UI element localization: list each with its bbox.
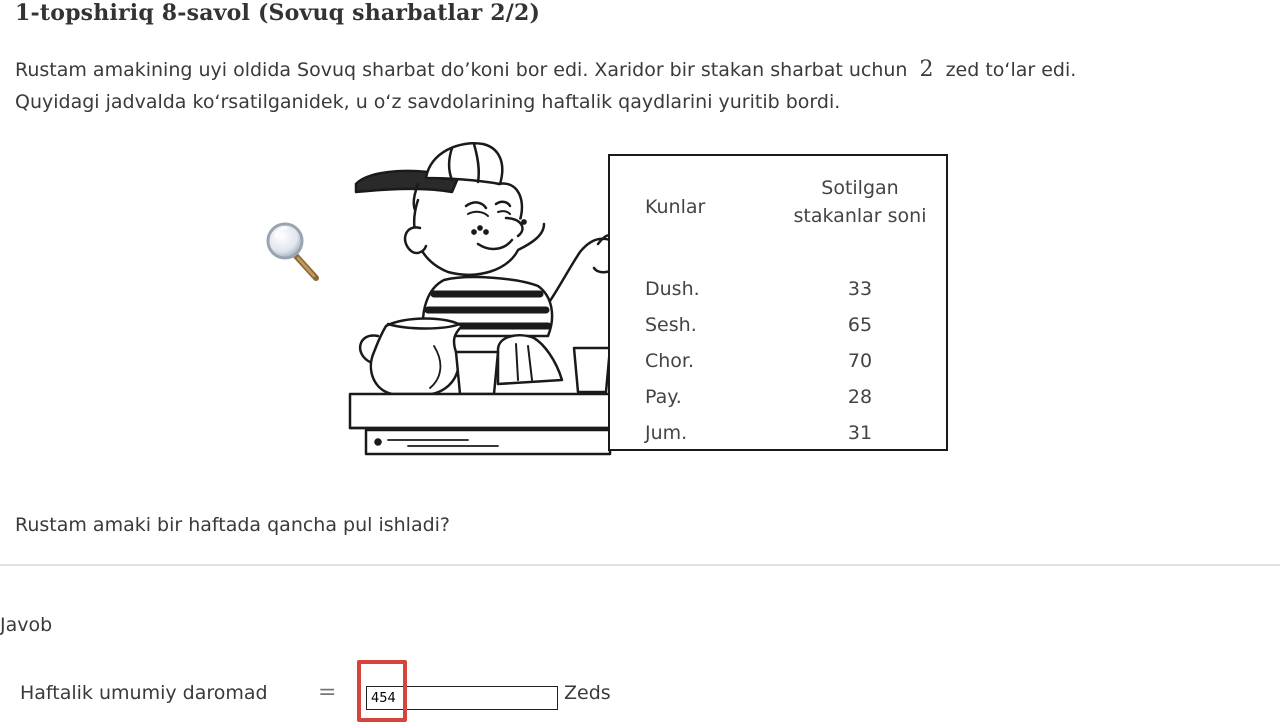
price-value: 2 <box>919 57 934 82</box>
column-header-sold-line2: stakanlar soni <box>793 205 927 227</box>
intro-paragraph: Rustam amakining uyi oldida Sovuq sharba… <box>15 54 1265 118</box>
row-value: 65 <box>847 314 873 336</box>
row-value: 31 <box>847 422 873 444</box>
row-day: Sesh. <box>645 314 697 336</box>
vendor-illustration <box>348 140 628 458</box>
row-day: Pay. <box>645 386 682 408</box>
row-day: Chor. <box>645 350 695 372</box>
equals-sign: = <box>318 680 337 705</box>
answer-label: Haftalik umumiy daromad <box>20 682 268 704</box>
intro-line1-end: zed to‘lar edi. <box>945 59 1077 81</box>
table-row: Chor. 70 <box>610 350 946 386</box>
row-value: 70 <box>847 350 873 372</box>
row-day: Jum. <box>645 422 688 444</box>
answer-unit: Zeds <box>564 682 611 704</box>
column-header-sold: Sotilgan stakanlar soni <box>780 174 940 230</box>
intro-line1-start: Rustam amakining uyi oldida Sovuq sharba… <box>15 59 908 81</box>
row-value: 33 <box>847 278 873 300</box>
table-row: Jum. 31 <box>610 422 946 458</box>
answer-input[interactable] <box>366 686 558 710</box>
row-value: 28 <box>847 386 873 408</box>
row-day: Dush. <box>645 278 700 300</box>
intro-line-2: Quyidagi jadvalda ko‘rsatilganidek, u o‘… <box>15 91 841 113</box>
page-title: 1-topshiriq 8-savol (Sovuq sharbatlar 2/… <box>15 0 541 26</box>
sales-table: Kunlar Sotilgan stakanlar soni Dush. 33 … <box>608 154 948 451</box>
column-header-sold-line1: Sotilgan <box>821 177 899 199</box>
question-text: Rustam amaki bir haftada qancha pul ishl… <box>15 514 451 536</box>
table-row: Dush. 33 <box>610 278 946 314</box>
intro-line-1: Rustam amakining uyi oldida Sovuq sharba… <box>15 54 1265 86</box>
table-row: Sesh. 65 <box>610 314 946 350</box>
magnifier-icon[interactable] <box>264 220 324 284</box>
table-row: Pay. 28 <box>610 386 946 422</box>
section-divider <box>0 564 1280 566</box>
column-header-days: Kunlar <box>645 196 706 218</box>
answer-section-label: Javob <box>0 614 53 636</box>
